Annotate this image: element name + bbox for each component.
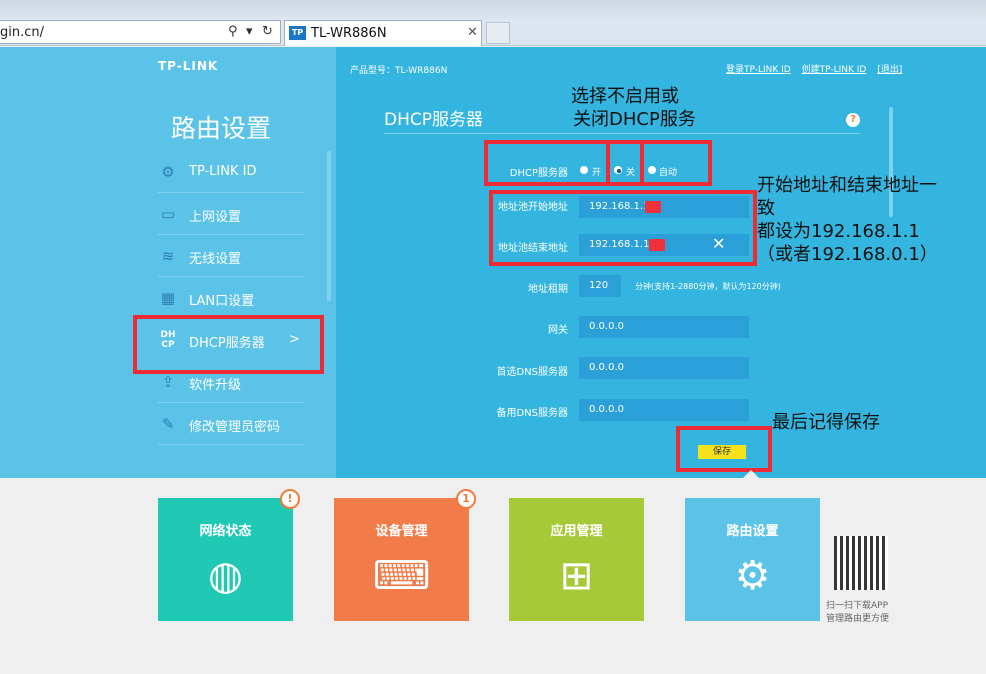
close-icon[interactable]: ✕ [467, 25, 478, 40]
sidebar-scrollbar[interactable] [327, 151, 331, 301]
lease-hint: 分钟(支持1-2880分钟，默认为120分钟) [635, 282, 781, 291]
lease-input[interactable]: 120 [579, 275, 621, 297]
alert-badge: ! [280, 489, 300, 509]
primary-dns-input[interactable]: 0.0.0.0 [579, 357, 749, 379]
qr-text-line: 管理路由更方便 [826, 614, 890, 624]
sidebar-item-password[interactable]: ✎ 修改管理员密码 [158, 403, 304, 445]
sidebar-item-wireless[interactable]: ≋ 无线设置 [158, 235, 304, 277]
login-link[interactable]: 登录TP-LINK ID [726, 65, 791, 75]
top-links: 登录TP-LINK ID 创建TP-LINK ID [退出] [726, 62, 910, 75]
note-line: （或者192.168.0.1） [757, 244, 938, 265]
annotation-box-sidebar [133, 315, 324, 374]
lan-icon: ▦ [160, 289, 176, 307]
qr-text-line: 扫一扫下载APP [826, 601, 889, 611]
dropdown-icon[interactable]: ▾ [246, 24, 253, 39]
section-divider [384, 133, 860, 134]
lease-label: 地址租期 [528, 284, 568, 295]
address-bar[interactable]: gin.cn/ ⚲ ▾ ↻ [0, 20, 281, 44]
sidebar-item-lan[interactable]: ▦ LAN口设置 [158, 277, 304, 319]
section-title: DHCP服务器 [384, 110, 483, 130]
product-model: 产品型号：TL-WR886N [350, 66, 448, 76]
help-icon[interactable]: ? [846, 113, 860, 127]
logout-link[interactable]: [退出] [877, 65, 902, 75]
gear-icon: ⚙ [161, 163, 175, 181]
tplink-logo: TP-LINK [158, 59, 219, 73]
create-id-link[interactable]: 创建TP-LINK ID [802, 65, 867, 75]
sidebar-title: 路由设置 [171, 114, 272, 143]
refresh-icon[interactable]: ↻ [262, 24, 273, 39]
qr-code [834, 536, 888, 590]
router-settings-icon: ⚙ [734, 553, 771, 599]
sidebar: TP-LINK 路由设置 ⚙ TP-LINK ID ▭ 上网设置 ≋ 无线设置 … [0, 47, 336, 478]
secondary-dns-input[interactable]: 0.0.0.0 [579, 399, 749, 421]
note-line: 选择不启用或 [571, 86, 679, 107]
upgrade-icon: ⇪ [161, 373, 175, 391]
annotation-box-addresses [489, 190, 757, 266]
pencil-icon: ✎ [161, 415, 175, 433]
wifi-icon: ≋ [161, 247, 175, 265]
apps-icon: ⊞ [559, 553, 594, 599]
search-icon[interactable]: ⚲ [228, 24, 238, 39]
sidebar-item-internet[interactable]: ▭ 上网设置 [158, 193, 304, 235]
tile-label: 路由设置 [726, 524, 779, 539]
note-line: 关闭DHCP服务 [573, 109, 696, 130]
sidebar-item-label: 软件升级 [189, 378, 242, 393]
tplink-favicon-icon: TP [289, 26, 306, 40]
tile-app-management[interactable]: 应用管理 ⊞ [509, 498, 644, 621]
laptop-icon: ⌨ [372, 553, 431, 599]
secondary-dns-label: 备用DNS服务器 [496, 408, 568, 419]
primary-dns-label: 首选DNS服务器 [496, 367, 568, 378]
sidebar-item-tplink-id[interactable]: ⚙ TP-LINK ID [158, 151, 304, 193]
active-tile-pointer [743, 470, 759, 478]
annotation-box-off-option [606, 140, 644, 186]
tile-label: 应用管理 [550, 524, 603, 539]
tile-label: 设备管理 [375, 524, 428, 539]
annotation-box-save [676, 426, 772, 472]
sidebar-item-label: LAN口设置 [189, 294, 255, 309]
annotation-note-dhcp: 选择不启用或 关闭DHCP服务 [571, 85, 696, 131]
sidebar-item-label: 修改管理员密码 [189, 420, 281, 435]
note-line: 致 [757, 198, 775, 219]
tile-label: 网络状态 [199, 524, 252, 539]
sidebar-item-label: TP-LINK ID [189, 164, 257, 179]
tile-router-settings[interactable]: 路由设置 ⚙ [685, 498, 820, 621]
sidebar-item-label: 无线设置 [189, 252, 242, 267]
sidebar-item-label: 上网设置 [189, 210, 242, 225]
tile-network-status[interactable]: 网络状态 ◍ ! [158, 489, 300, 621]
note-line: 都设为192.168.1.1 [757, 221, 920, 242]
annotation-note-addresses: 开始地址和结束地址一 致 都设为192.168.1.1 （或者192.168.0… [757, 174, 938, 266]
title-bar [0, 0, 986, 18]
globe-icon: ◍ [208, 553, 243, 599]
annotation-box-dhcp-toggle [484, 140, 712, 186]
bottom-bar: 网络状态 ◍ ! 设备管理 ⌨ 1 应用管理 ⊞ 路由设置 ⚙ 扫一扫下载APP… [0, 470, 986, 674]
page: gin.cn/ ⚲ ▾ ↻ TP TL-WR886N ✕ TP-LINK 路由设… [0, 0, 986, 674]
browser-tab[interactable]: TP TL-WR886N ✕ [284, 20, 482, 46]
tile-device-management[interactable]: 设备管理 ⌨ 1 [334, 489, 476, 621]
address-text: gin.cn/ [0, 25, 45, 40]
gateway-input[interactable]: 0.0.0.0 [579, 316, 749, 338]
browser-chrome: gin.cn/ ⚲ ▾ ↻ TP TL-WR886N ✕ [0, 0, 986, 46]
gateway-label: 网关 [548, 325, 568, 336]
note-line: 开始地址和结束地址一 [757, 175, 937, 196]
new-tab-button[interactable] [486, 22, 510, 44]
laptop-icon: ▭ [160, 205, 176, 223]
count-badge: 1 [456, 489, 476, 509]
annotation-note-save: 最后记得保存 [772, 412, 880, 433]
tab-title: TL-WR886N [311, 26, 387, 41]
